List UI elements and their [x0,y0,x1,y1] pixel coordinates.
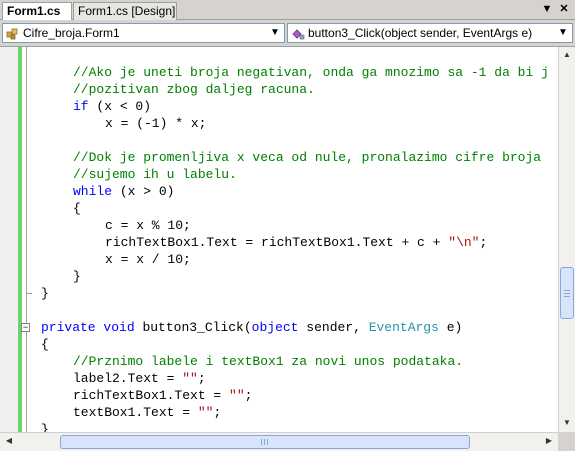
scroll-up-icon[interactable]: ▲ [562,50,572,59]
horizontal-scrollbar[interactable]: ◀ ▶ [0,432,558,451]
chevron-down-icon[interactable]: ▼ [540,2,554,16]
type-combo[interactable]: Cifre_broja.Form1 ▼ [2,23,285,43]
scroll-left-icon[interactable]: ◀ [4,436,14,445]
tab-form1-design[interactable]: Form1.cs [Design] [73,2,177,20]
navigation-bar: Cifre_broja.Form1 ▼ button3_Click(object… [0,20,575,47]
code-line: if (x < 0) [73,99,152,114]
code-line: } [41,422,49,432]
code-editor[interactable]: //Ako je uneti broja negativan, onda ga … [0,47,558,432]
editor-margin [0,47,18,432]
code-line: label2.Text = ""; [73,371,206,386]
outline-guide [26,47,27,432]
outline-end-marker [26,293,32,294]
code-line: //pozitivan zbog daljeg racuna. [73,82,315,97]
code-line: richTextBox1.Text = ""; [73,388,253,403]
type-combo-text: Cifre_broja.Form1 [23,26,120,40]
collapse-icon[interactable]: − [21,323,30,332]
document-tab-strip: Form1.cs Form1.cs [Design] ▼ ✕ [0,0,575,21]
vertical-scroll-thumb[interactable] [560,267,574,319]
code-line: } [73,269,81,284]
close-icon[interactable]: ✕ [557,2,571,16]
code-line: while (x > 0) [73,184,175,199]
scrollbar-corner [558,432,575,451]
member-combo[interactable]: button3_Click(object sender, EventArgs e… [287,23,573,43]
class-icon [6,27,18,40]
code-line: } [41,286,49,301]
code-line: c = x % 10; [105,218,191,233]
horizontal-scroll-thumb[interactable] [60,435,470,449]
code-line: x = x / 10; [105,252,191,267]
vertical-scrollbar[interactable]: ▲ ▼ [558,47,575,432]
code-line: //sujemo ih u labelu. [73,167,237,182]
member-combo-text: button3_Click(object sender, EventArgs e… [308,26,533,40]
change-indicator-bar [18,47,22,432]
code-line: //Dok je promenljiva x veca od nule, pro… [73,150,542,165]
chevron-down-icon[interactable]: ▼ [269,24,281,42]
code-line: x = (-1) * x; [105,116,207,131]
code-line: private void button3_Click(object sender… [41,320,463,335]
tab-form1-cs[interactable]: Form1.cs [2,2,72,21]
scroll-down-icon[interactable]: ▼ [562,418,572,427]
code-line: //Ako je uneti broja negativan, onda ga … [73,65,549,80]
code-line: richTextBox1.Text = richTextBox1.Text + … [105,235,488,250]
code-line: { [41,337,49,352]
method-icon [291,27,305,40]
code-line: textBox1.Text = ""; [73,405,222,420]
code-line: { [73,201,81,216]
chevron-down-icon[interactable]: ▼ [557,24,569,42]
code-line: //Prznimo labele i textBox1 za novi unos… [73,354,464,369]
scroll-right-icon[interactable]: ▶ [544,436,554,445]
